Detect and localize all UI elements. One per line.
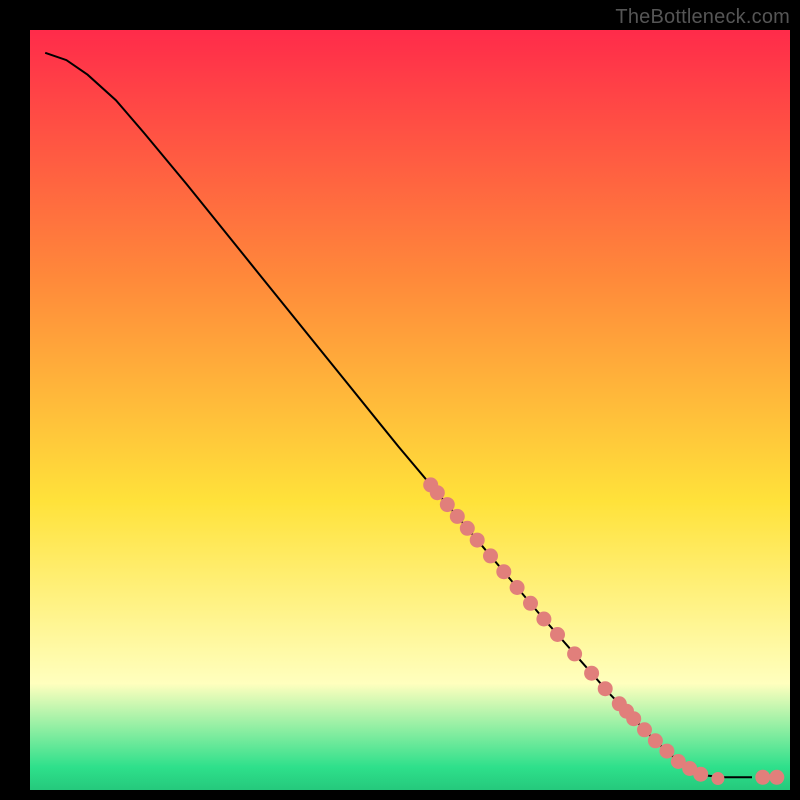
plot-area [30, 30, 790, 790]
data-marker [755, 770, 770, 785]
data-marker [470, 533, 485, 548]
data-marker [598, 681, 613, 696]
data-marker [523, 596, 538, 611]
data-marker [536, 612, 551, 627]
data-marker [550, 627, 565, 642]
data-marker [711, 772, 724, 785]
data-marker [510, 580, 525, 595]
data-marker [769, 770, 784, 785]
watermark-text: TheBottleneck.com [615, 6, 790, 29]
data-marker [659, 744, 674, 759]
data-marker [496, 564, 511, 579]
data-marker [637, 722, 652, 737]
data-marker [483, 548, 498, 563]
data-marker [693, 767, 708, 782]
data-marker [584, 666, 599, 681]
data-marker [648, 733, 663, 748]
data-marker [460, 521, 475, 536]
data-marker [626, 711, 641, 726]
chart-frame: TheBottleneck.com [0, 0, 800, 800]
data-marker [440, 497, 455, 512]
data-marker [450, 509, 465, 524]
chart-svg [30, 30, 790, 790]
data-marker [430, 485, 445, 500]
gradient-background [30, 30, 790, 790]
data-marker [567, 646, 582, 661]
